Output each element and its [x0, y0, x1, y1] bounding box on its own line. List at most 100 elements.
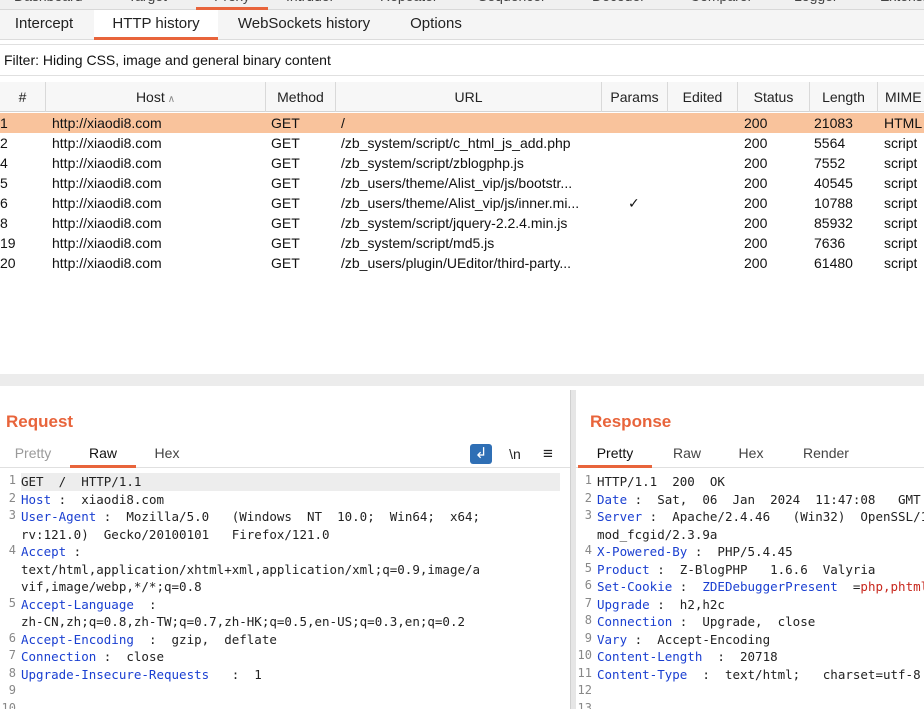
row-url: /zb_system/script/md5.js — [341, 235, 495, 251]
header-name: Content-Length — [597, 649, 703, 664]
filter-bar[interactable]: Filter: Hiding CSS, image and general bi… — [0, 44, 924, 76]
column-header-length[interactable]: Length — [810, 82, 878, 112]
pane-splitter[interactable] — [0, 374, 924, 386]
tool-tab-target[interactable]: Target — [128, 0, 167, 10]
tool-tab-sequencer[interactable]: Sequencer — [478, 0, 546, 10]
code-text: zh-CN,zh;q=0.8,zh-TW;q=0.7,zh-HK;q=0.5,e… — [21, 614, 466, 629]
request-tab-raw[interactable]: Raw — [70, 440, 136, 468]
row-status: 200 — [744, 255, 768, 271]
code-line: Set-Cookie : ZDEDebuggerPresent =php,pht… — [597, 578, 924, 596]
table-row[interactable]: 2 http://xiaodi8.com GET/zb_system/script/… — [0, 133, 924, 153]
column-header-params[interactable]: Params — [602, 82, 668, 112]
table-row[interactable]: 1 http://xiaodi8.com GET / 200 21083 HTML — [0, 113, 924, 133]
code-line: Content-Length : 20718 — [597, 648, 778, 666]
code-text: : Accept-Encoding — [627, 631, 771, 647]
row-url: /zb_system/script/c_html_js_add.php — [341, 135, 571, 151]
header-name: Connection — [597, 614, 673, 629]
header-name: Product — [597, 561, 650, 577]
table-row[interactable]: 6 http://xiaodi8.com GET/zb_users/theme/Al… — [0, 193, 924, 213]
row-number: 8 — [0, 215, 8, 231]
row-host: http://xiaodi8.com — [52, 155, 162, 171]
column-header-mime[interactable]: MIME — [878, 82, 924, 112]
table-row[interactable]: 5 http://xiaodi8.com GET/zb_users/theme/Al… — [0, 173, 924, 193]
code-line: Product : Z-BlogPHP 1.6.6 Valyria — [597, 561, 875, 579]
code-text: : 20718 — [702, 649, 778, 664]
header-name: Accept — [21, 544, 67, 559]
row-host: http://xiaodi8.com — [52, 255, 162, 271]
header-name: ZDEDebuggerPresent — [702, 579, 838, 594]
code-line: Content-Type : text/html; charset=utf-8 — [597, 666, 921, 684]
row-method: GET — [271, 155, 300, 171]
row-status: 200 — [744, 235, 768, 251]
line-number: 11 — [577, 665, 592, 680]
tool-tab-proxy[interactable]: Proxy — [196, 0, 268, 10]
column-header-host[interactable]: Host ∧ — [46, 82, 266, 112]
code-text: : Mozilla/5.0 (Windows NT 10.0; Win64; x… — [96, 509, 481, 524]
line-number: 8 — [8, 665, 16, 680]
code-text: : Upgrade, close — [672, 614, 816, 629]
header-name: Date — [597, 491, 628, 507]
request-tab-pretty[interactable]: Pretty — [0, 440, 66, 468]
column-header-method[interactable]: Method — [266, 82, 336, 112]
tool-tab-extensions[interactable]: Extensions — [880, 0, 924, 10]
line-number: 6 — [584, 578, 592, 592]
row-method: GET — [271, 115, 300, 131]
code-text: : 1 — [209, 666, 262, 682]
table-row[interactable]: 8 http://xiaodi8.com GET/zb_system/script/… — [0, 213, 924, 233]
header-name: X-Powered-By — [597, 544, 688, 559]
code-text: GET / HTTP/1.1 — [21, 474, 142, 489]
wrap-icon[interactable]: ↲ — [470, 444, 492, 464]
tool-tabs-bar: Dashboard Target Proxy Intruder Repeater… — [0, 0, 924, 10]
response-tab-raw[interactable]: Raw — [656, 440, 718, 468]
tool-tab-repeater[interactable]: Repeater — [380, 0, 438, 10]
column-header-edited[interactable]: Edited — [668, 82, 738, 112]
response-tab-pretty[interactable]: Pretty — [578, 440, 652, 468]
newline-icon[interactable]: \n — [504, 444, 526, 464]
code-line: X-Powered-By : PHP/5.4.45 — [597, 543, 793, 561]
line-number: 8 — [584, 613, 592, 627]
tool-tab-decoder[interactable]: Decoder — [592, 0, 645, 10]
row-length: 7552 — [814, 155, 846, 171]
header-name: Set-Cookie — [597, 579, 673, 594]
table-row[interactable]: 4 http://xiaodi8.com GET/zb_system/script/… — [0, 153, 924, 173]
tab-http-history[interactable]: HTTP history — [94, 10, 218, 40]
row-length: 7636 — [814, 235, 846, 251]
code-line: text/html,application/xhtml+xml,applicat… — [21, 561, 480, 579]
row-length: 21083 — [814, 115, 853, 131]
header-name: Connection — [21, 649, 97, 664]
code-line: Upgrade : h2,h2c — [597, 596, 725, 614]
code-text: mod_fcgid/2.3.9a — [597, 526, 718, 542]
row-number: 4 — [0, 155, 8, 171]
row-method: GET — [271, 235, 300, 251]
table-row[interactable]: 19 http://xiaodi8.com GET/zb_system/script… — [0, 233, 924, 253]
row-url: /zb_users/plugin/UEditor/third-party... — [341, 255, 572, 271]
column-header-status[interactable]: Status — [738, 82, 810, 112]
line-number: 5 — [8, 595, 16, 610]
table-row[interactable]: 20 http://xiaodi8.com GET/zb_users/plugin/… — [0, 253, 924, 273]
row-host: http://xiaodi8.com — [52, 235, 162, 251]
request-tab-hex[interactable]: Hex — [136, 440, 198, 468]
column-header-number[interactable]: # — [0, 82, 46, 112]
response-tab-hex[interactable]: Hex — [720, 440, 782, 468]
header-name: Vary — [597, 631, 628, 647]
code-text: : — [672, 579, 703, 594]
response-tab-render[interactable]: Render — [786, 440, 866, 468]
tool-tab-dashboard[interactable]: Dashboard — [14, 0, 83, 10]
menu-icon[interactable]: ≡ — [537, 444, 559, 464]
row-host: http://xiaodi8.com — [52, 215, 162, 231]
row-number: 19 — [0, 235, 16, 251]
tool-tab-intruder[interactable]: Intruder — [286, 0, 334, 10]
tool-tab-comparer[interactable]: Comparer — [690, 0, 752, 10]
column-header-url[interactable]: URL — [336, 82, 602, 112]
row-mime: script — [884, 215, 918, 231]
row-status: 200 — [744, 175, 768, 191]
line-number: 12 — [577, 683, 592, 697]
tab-options[interactable]: Options — [392, 10, 480, 40]
tab-websockets-history[interactable]: WebSockets history — [226, 10, 382, 40]
line-number: 2 — [8, 490, 16, 505]
row-status: 200 — [744, 115, 768, 131]
tab-intercept[interactable]: Intercept — [0, 10, 88, 40]
tool-tab-logger[interactable]: Logger — [794, 0, 838, 10]
filter-text: Filter: Hiding CSS, image and general bi… — [4, 52, 331, 68]
code-line: Connection : Upgrade, close — [597, 613, 815, 631]
